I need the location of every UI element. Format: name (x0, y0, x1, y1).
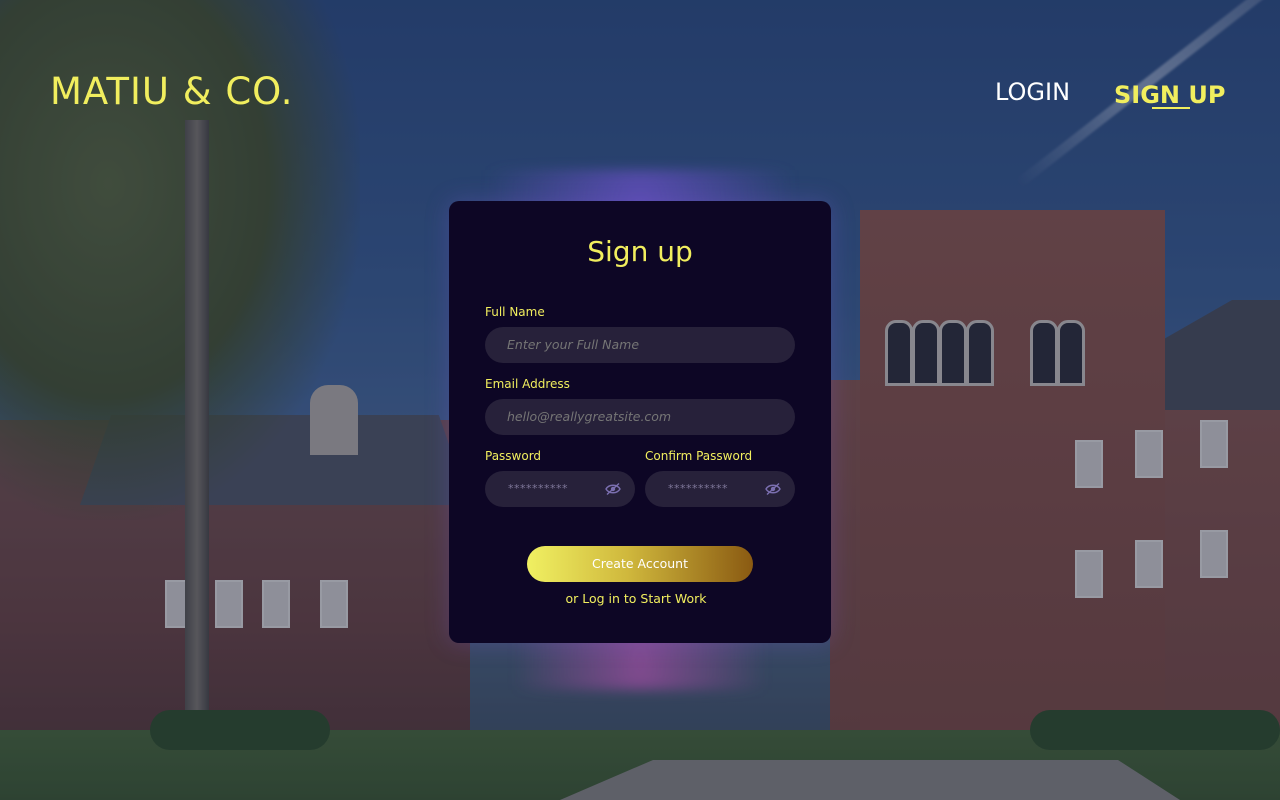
password-mask: ********** (508, 482, 568, 495)
email-label: Email Address (485, 377, 570, 391)
login-link[interactable]: or Log in to Start Work (449, 591, 823, 606)
full-name-input[interactable] (485, 327, 795, 363)
eye-slash-icon[interactable] (605, 482, 621, 496)
signup-card: Sign up Full Name Email Address Password… (449, 201, 831, 643)
confirm-password-input[interactable]: ********** (645, 471, 795, 507)
active-nav-underline (1152, 107, 1190, 109)
nav-signup-link[interactable]: SIGN UP (1114, 81, 1225, 109)
eye-slash-icon[interactable] (765, 482, 781, 496)
create-account-button[interactable]: Create Account (527, 546, 753, 582)
email-input[interactable] (485, 399, 795, 435)
confirm-password-label: Confirm Password (645, 449, 753, 463)
password-input[interactable]: ********** (485, 471, 635, 507)
form-title: Sign up (587, 235, 693, 268)
password-label: Password (485, 449, 542, 463)
brand-logo: MATIU & CO. (50, 70, 294, 113)
nav-login-link[interactable]: LOGIN (995, 78, 1070, 106)
confirm-password-mask: ********** (668, 482, 728, 495)
full-name-label: Full Name (485, 305, 545, 319)
